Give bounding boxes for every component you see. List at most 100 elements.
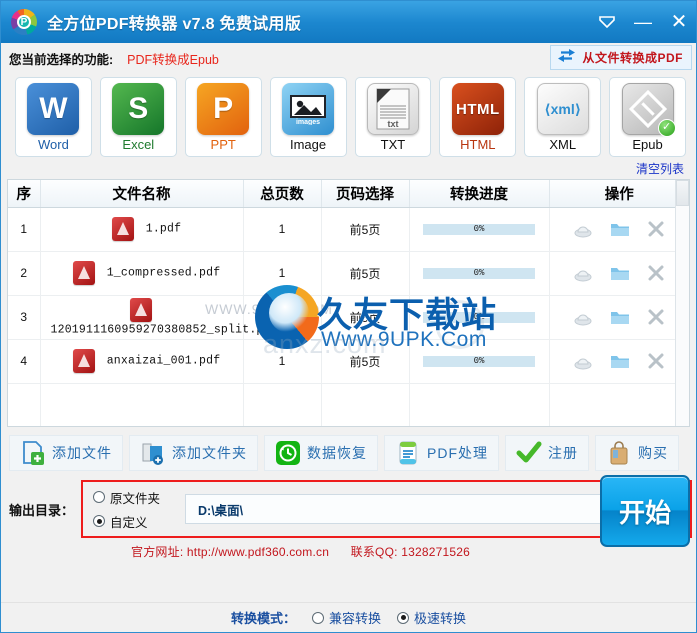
register-label: 注册 (548, 445, 578, 461)
minimize-button[interactable]: — (632, 13, 654, 31)
progress-bar: 0% (423, 267, 535, 279)
pdf-file-icon (111, 217, 134, 241)
clear-list-link[interactable]: 清空列表 (636, 160, 684, 177)
cell-operations (549, 251, 689, 296)
chevron-down-icon[interactable] (596, 15, 618, 29)
column-header-pages: 总页数 (243, 180, 322, 208)
table-row[interactable]: 2 1_compressed.pdf 1 前5页 0% (8, 251, 689, 296)
mode-fast-radio[interactable] (397, 611, 409, 624)
cell-page-select[interactable]: 前5页 (321, 339, 410, 384)
html-icon: HTML (451, 83, 504, 135)
close-x-icon[interactable] (647, 308, 665, 326)
purchase-button[interactable]: 购买 (595, 435, 679, 471)
cell-index: 4 (8, 339, 41, 384)
pdf-process-button[interactable]: PDF处理 (384, 435, 499, 471)
word-icon: W (27, 83, 80, 135)
cell-total-pages: 1 (243, 207, 322, 252)
green-check-icon (516, 440, 542, 466)
preview-icon[interactable] (573, 307, 593, 327)
format-icon-epub[interactable]: ✓ Epub (609, 77, 686, 157)
cell-progress: 0% (409, 251, 550, 296)
start-button[interactable]: 开始 (600, 475, 690, 547)
function-bar: 您当前选择的功能: PDF转换成Epub 从文件转换成PDF (1, 43, 696, 73)
cell-index: 2 (8, 251, 41, 296)
radio-source-folder-control[interactable] (93, 491, 105, 503)
cell-page-select[interactable]: 前5页 (321, 207, 410, 252)
close-button[interactable]: ✕ (668, 12, 690, 32)
radio-custom-folder[interactable]: 自定义 (93, 512, 179, 531)
table-scrollbar[interactable] (675, 180, 689, 426)
preview-icon[interactable] (573, 219, 593, 239)
clear-list-row: 清空列表 (1, 161, 696, 177)
swap-arrows-icon (557, 48, 576, 68)
document-lines-icon (395, 440, 421, 466)
format-icon-word[interactable]: W Word (15, 77, 92, 157)
scrollbar-thumb[interactable] (676, 180, 689, 206)
folder-icon[interactable] (610, 309, 630, 326)
radio-custom-folder-control[interactable] (93, 515, 105, 527)
add-folder-button[interactable]: 添加文件夹 (129, 435, 258, 471)
website-value[interactable]: http://www.pdf360.com.cn (187, 545, 329, 559)
progress-text: 0% (473, 355, 485, 366)
output-directory-row: 输出目录： 原文件夹 自定义 D:\桌面\ 开始 (1, 471, 696, 547)
format-label-epub: Epub (632, 137, 663, 152)
pdf-file-icon (72, 349, 95, 373)
app-logo-icon: P (9, 7, 39, 37)
table-row[interactable]: 3 1201911160959270380852_split.pdf 1 前5页 0% (8, 295, 689, 340)
format-label-image: Image (289, 137, 327, 152)
progress-bar: 0% (423, 311, 535, 323)
xml-icon: ⟨xml⟩ (536, 83, 589, 135)
format-icon-html[interactable]: HTML HTML (439, 77, 517, 157)
cell-page-select[interactable]: 前5页 (321, 295, 410, 340)
filename-text: 1_compressed.pdf (106, 266, 221, 280)
cell-index: 3 (8, 295, 41, 340)
preview-icon[interactable] (573, 263, 593, 283)
add-file-label: 添加文件 (52, 445, 112, 461)
window-title: 全方位PDF转换器 v7.8 免费试用版 (47, 16, 302, 33)
cell-operations (549, 295, 689, 340)
footer-contact-info: 官方网址: http://www.pdf360.com.cn 联系QQ: 132… (1, 541, 600, 560)
pdf-file-icon (72, 261, 95, 285)
action-button-row: 添加文件 添加文件夹 数据恢复 PDF处理 注册 购买 (1, 427, 696, 471)
convert-from-file-to-pdf-button[interactable]: 从文件转换成PDF (550, 45, 692, 70)
progress-bar: 0% (423, 355, 535, 367)
cell-index: 1 (8, 207, 41, 252)
progress-text: 0% (473, 223, 485, 234)
mode-option-compatible[interactable]: 兼容转换 (311, 608, 381, 627)
cell-page-select[interactable]: 前5页 (321, 251, 410, 296)
data-recovery-button[interactable]: 数据恢复 (264, 435, 378, 471)
close-x-icon[interactable] (647, 352, 665, 370)
mode-compatible-radio[interactable] (311, 611, 324, 624)
column-header-filename: 文件名称 (40, 180, 244, 208)
format-icon-txt[interactable]: txt TXT (354, 77, 432, 157)
format-label-txt: TXT (380, 137, 406, 152)
folder-plus-icon (140, 440, 166, 466)
mode-option-fast[interactable]: 极速转换 (397, 608, 466, 627)
window-controls: — ✕ (596, 1, 690, 43)
format-icon-xml[interactable]: ⟨xml⟩ XML (524, 77, 602, 157)
cell-total-pages: 1 (243, 251, 322, 296)
column-header-progress: 转换进度 (409, 180, 550, 208)
output-directory-options: 原文件夹 自定义 (93, 488, 179, 531)
preview-icon[interactable] (573, 351, 593, 371)
format-icon-excel[interactable]: S Excel (99, 77, 177, 157)
filename-text: anxaizai_001.pdf (106, 354, 221, 368)
close-x-icon[interactable] (647, 264, 665, 282)
radio-source-folder[interactable]: 原文件夹 (93, 488, 179, 507)
close-x-icon[interactable] (647, 220, 665, 238)
format-icon-image[interactable]: images Image (269, 77, 347, 157)
folder-icon[interactable] (610, 265, 630, 282)
cell-progress: 0% (409, 295, 550, 340)
format-icon-ppt[interactable]: P PPT (184, 77, 262, 157)
add-file-button[interactable]: 添加文件 (9, 435, 123, 471)
register-button[interactable]: 注册 (505, 435, 589, 471)
output-path-input[interactable]: D:\桌面\ (185, 494, 652, 524)
table-row[interactable]: 1 1.pdf 1 前5页 0% (8, 207, 689, 252)
filename-text: 1.pdf (145, 222, 182, 236)
restore-clock-icon (275, 440, 301, 466)
folder-icon[interactable] (610, 353, 630, 370)
purchase-label: 购买 (638, 445, 668, 461)
table-body: 1 1.pdf 1 前5页 0% 2 1_compressed.pdf 1 前5页 0% 3 1201… (8, 207, 689, 426)
folder-icon[interactable] (610, 221, 630, 238)
table-row[interactable]: 4 anxaizai_001.pdf 1 前5页 0% (8, 339, 689, 384)
